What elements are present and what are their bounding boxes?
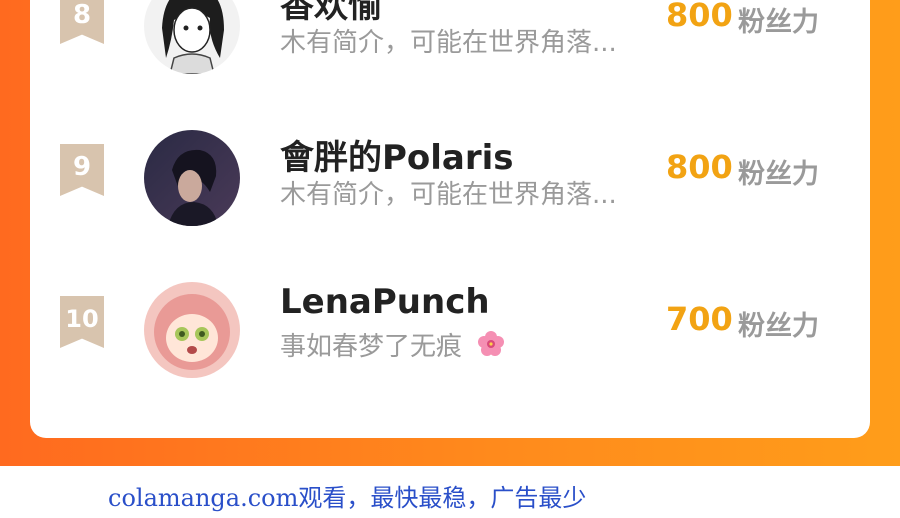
user-bio: 木有简介，可能在世界角落... [280,28,617,58]
hibiscus-flower-icon [476,329,506,366]
user-bio: 事如春梦了无痕 [280,326,506,366]
rank-badge: 9 [60,144,104,196]
rank-badge: 10 [60,296,104,348]
fan-power-unit: 粉丝力 [738,311,819,342]
fan-power-unit: 粉丝力 [738,159,819,190]
avatar[interactable] [144,0,240,74]
fan-power-score: 800 [666,148,733,186]
rank-badge: 8 [60,0,104,44]
leaderboard-row[interactable]: 8 香欢愉 木有简介，可能在世界角落... 800 粉丝力 [30,0,870,80]
fan-power-score: 700 [666,300,733,338]
watermark-text: colamanga.com观看，最快最稳，广告最少 [108,484,587,512]
leaderboard-card: 8 香欢愉 木有简介，可能在世界角落... 800 粉丝力 9 會胖的Polar… [30,0,870,438]
avatar[interactable] [144,282,240,378]
avatar[interactable] [144,130,240,226]
fan-power-unit: 粉丝力 [738,7,819,38]
leaderboard-row[interactable]: 10 LenaPunch 事如春梦了无痕 700 粉丝力 [30,274,870,384]
user-bio: 木有简介，可能在世界角落... [280,180,617,210]
user-name[interactable]: LenaPunch [280,282,490,322]
user-name[interactable]: 會胖的Polaris [280,130,514,179]
user-bio-text: 事如春梦了无痕 [280,332,463,362]
fan-power-score: 800 [666,0,733,34]
avatar-image [144,0,240,74]
avatar-image [144,282,240,378]
leaderboard-row[interactable]: 9 會胖的Polaris 木有简介，可能在世界角落... 800 粉丝力 [30,122,870,232]
avatar-image [144,130,240,226]
